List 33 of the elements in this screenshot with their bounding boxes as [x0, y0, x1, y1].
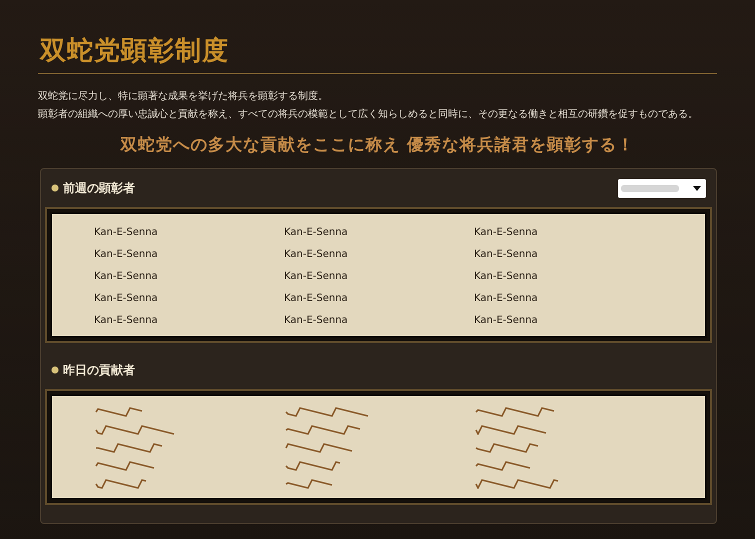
description-text: 顕彰者の組織への厚い忠誠心と貢献を称え、すべての将兵の模範として広く知らしめると同時に、その更なる働きと相互の研鑽を促すものである。 — [38, 108, 699, 122]
player-name: Kan-E-Senna — [94, 249, 158, 260]
player-name: Kan-E-Senna — [474, 249, 538, 260]
blurred-value-icon — [621, 183, 681, 193]
player-name: Kan-E-Senna — [474, 227, 538, 238]
player-name: Kan-E-Senna — [284, 315, 348, 326]
caret-icon — [693, 186, 701, 190]
section-title: 昨日の貢献者 — [63, 362, 136, 378]
scribbled-name-drawing — [94, 478, 148, 489]
player-name: Kan-E-Senna — [474, 271, 538, 282]
slogan-text: 双蛇党への多大な貢献をここに称え 優秀な将兵諸君を顕彰する！ — [119, 134, 636, 156]
player-name: Kan-E-Senna — [474, 293, 538, 304]
bullet-icon — [51, 366, 59, 374]
player-name: Kan-E-Senna — [474, 315, 538, 326]
player-name: Kan-E-Senna — [284, 271, 348, 282]
scribbled-name-drawing — [284, 442, 353, 453]
scribbled-name-drawing — [94, 406, 144, 417]
scribbled-name-drawing — [474, 460, 531, 471]
scribbled-name-drawing — [474, 442, 540, 453]
scribbled-name-drawing — [284, 478, 335, 489]
section-title: 前週の顕彰者 — [63, 180, 136, 196]
week-dropdown[interactable] — [618, 178, 706, 198]
description-text: 双蛇党に尽力し、特に顕著な成果を挙げた将兵を顕彰する制度。 — [38, 90, 329, 104]
bullet-icon — [51, 184, 59, 192]
page-title: 双蛇党顕彰制度 — [40, 35, 230, 68]
player-name: Kan-E-Senna — [94, 293, 158, 304]
player-name: Kan-E-Senna — [284, 293, 348, 304]
scribbled-name-drawing — [94, 460, 157, 471]
player-name: Kan-E-Senna — [94, 227, 158, 238]
player-name: Kan-E-Senna — [284, 227, 348, 238]
player-name: Kan-E-Senna — [284, 249, 348, 260]
player-name: Kan-E-Senna — [94, 271, 158, 282]
player-name: Kan-E-Senna — [94, 315, 158, 326]
